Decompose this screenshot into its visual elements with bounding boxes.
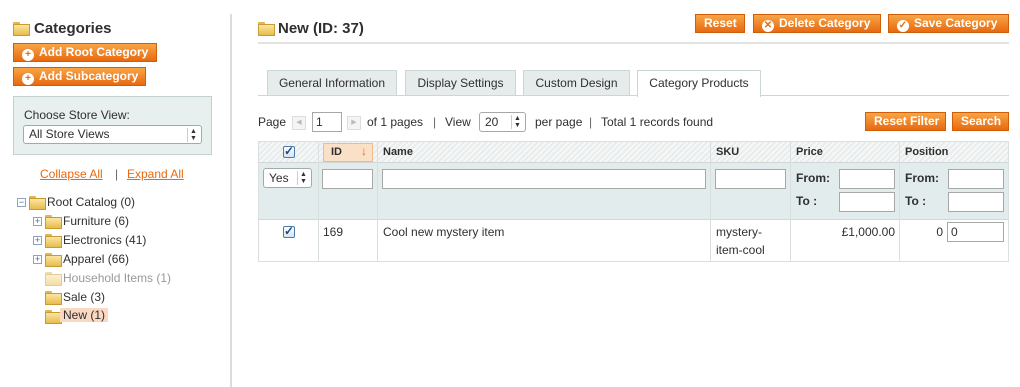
column-header-price[interactable]: Price [796,146,823,158]
plus-icon: + [22,49,34,61]
row-position-text: 0 [936,225,943,239]
pager-separator: | [589,115,593,129]
delete-icon: ✕ [762,20,774,32]
expand-icon[interactable]: + [33,217,42,226]
select-arrows-icon: ▲ ▼ [297,171,309,185]
prev-page-icon[interactable]: ◀ [292,116,306,130]
folder-icon [45,272,62,286]
delete-category-button[interactable]: ✕ Delete Category [753,14,881,33]
row-sku-line-2: item-cool [716,243,765,257]
tab-custom-design[interactable]: Custom Design [523,70,630,96]
name-filter-input[interactable] [382,169,706,189]
collapse-all-link[interactable]: Collapse All [40,167,103,181]
tabs-underline [258,95,1009,96]
categories-folder-icon [13,22,30,36]
price-from-label: From: [796,171,830,185]
position-to-input[interactable] [948,192,1004,212]
column-separator [318,142,319,261]
select-all-checkbox[interactable] [283,144,295,158]
sku-filter-input[interactable] [715,169,786,189]
tree-item-new[interactable]: New (1) [60,308,109,322]
tree-item-electronics[interactable]: Electronics (41) [63,233,146,247]
row-id: 169 [323,225,344,239]
reset-filter-button[interactable]: Reset Filter [865,112,946,131]
add-root-category-button[interactable]: + Add Root Category [13,43,157,62]
plus-icon: + [22,73,34,85]
per-page-select[interactable]: 20 ▲ ▼ [479,112,526,132]
tab-category-products[interactable]: Category Products [637,70,761,97]
folder-icon [45,291,62,305]
check-icon: ✓ [897,20,909,32]
store-view-panel: Choose Store View: All Store Views ▲ ▼ [13,96,212,155]
sidebar-divider [230,14,232,387]
folder-icon [45,215,62,229]
in-category-filter-select[interactable]: Yes ▲ ▼ [263,168,312,188]
row-sku-line-1: mystery- [716,225,762,239]
id-filter-input[interactable] [322,169,373,189]
price-to-label: To : [796,194,818,208]
folder-icon [45,253,62,267]
tree-item-apparel[interactable]: Apparel (66) [63,252,129,266]
expand-all-link[interactable]: Expand All [127,167,184,181]
sidebar-title: Categories [34,20,112,37]
position-to-label: To : [905,194,927,208]
column-separator [790,142,791,261]
row-name: Cool new mystery item [383,225,505,239]
total-records-text: Total 1 records found [601,115,714,129]
folder-icon [45,234,62,248]
sort-desc-icon: ↓ [361,144,367,158]
position-from-label: From: [905,171,939,185]
folder-icon [45,310,62,324]
select-arrows-icon: ▲ ▼ [187,128,199,142]
folder-icon [29,196,46,210]
page-title: New (ID: 37) [278,20,364,37]
price-to-input[interactable] [839,192,895,212]
next-page-icon[interactable]: ▶ [347,116,361,130]
tab-display-settings[interactable]: Display Settings [405,70,516,96]
tab-general-information[interactable]: General Information [267,70,397,96]
row-checkbox[interactable] [283,224,295,238]
column-separator [710,142,711,261]
select-arrows-icon: ▲ ▼ [511,115,523,129]
of-pages-text: of 1 pages [367,115,424,129]
pager-separator: | [433,115,437,129]
position-from-input[interactable] [948,169,1004,189]
row-position-input[interactable]: 0 [947,222,1004,242]
column-header-position[interactable]: Position [905,146,948,158]
add-subcategory-button[interactable]: + Add Subcategory [13,67,146,86]
search-button[interactable]: Search [952,112,1009,131]
column-separator [899,142,900,261]
save-category-button[interactable]: ✓ Save Category [888,14,1009,33]
column-header-name[interactable]: Name [383,146,413,158]
header-divider [258,42,1009,44]
category-folder-icon [258,22,275,36]
column-header-sku[interactable]: SKU [716,146,739,158]
tree-item-sale[interactable]: Sale (3) [63,290,105,304]
collapse-icon[interactable]: − [17,198,26,207]
row-price: £1,000.00 [841,225,895,239]
store-view-select[interactable]: All Store Views ▲ ▼ [23,125,202,144]
per-page-text: per page [535,115,583,129]
column-header-id[interactable]: ID [331,146,342,158]
tree-item-household-items[interactable]: Household Items (1) [63,271,171,285]
page-input[interactable]: 1 [312,112,342,132]
tree-item-furniture[interactable]: Furniture (6) [63,214,129,228]
price-from-input[interactable] [839,169,895,189]
page-label: Page [258,115,287,129]
store-view-label: Choose Store View: [24,108,130,122]
view-label: View [445,115,471,129]
expand-icon[interactable]: + [33,236,42,245]
link-separator: | [115,167,119,181]
column-separator [377,142,378,261]
tree-item-root-catalog[interactable]: Root Catalog (0) [47,195,135,209]
reset-button[interactable]: Reset [695,14,745,33]
expand-icon[interactable]: + [33,255,42,264]
